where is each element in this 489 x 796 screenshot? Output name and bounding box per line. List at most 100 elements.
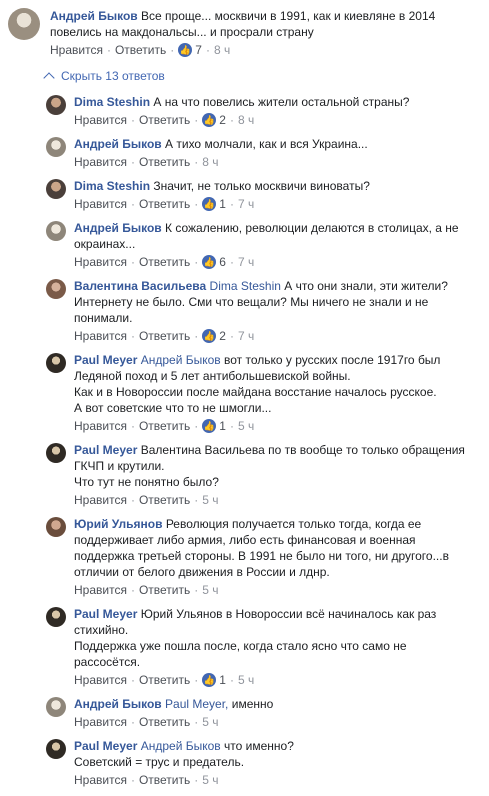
reply-button[interactable]: Ответить xyxy=(139,328,190,344)
reply-button[interactable]: Ответить xyxy=(139,154,190,170)
like-count[interactable]: 1 xyxy=(219,672,226,688)
hide-replies-label: Скрыть 13 ответов xyxy=(61,69,165,83)
reply-item: Юрий Ульянов Революция получается только… xyxy=(46,516,486,598)
reply-button[interactable]: Ответить xyxy=(139,196,190,212)
reply-button[interactable]: Ответить xyxy=(115,42,166,58)
like-button[interactable]: Нравится xyxy=(74,112,127,128)
reply-author[interactable]: Paul Meyer xyxy=(74,353,137,367)
reply-author[interactable]: Dima Steshin xyxy=(74,95,150,109)
like-button[interactable]: Нравится xyxy=(74,714,127,730)
thumbs-up-icon[interactable]: 👍 xyxy=(178,43,193,57)
separator-dot: · xyxy=(194,773,199,787)
reply-mention[interactable]: Dima Steshin xyxy=(210,279,281,293)
avatar[interactable] xyxy=(46,95,66,115)
avatar[interactable] xyxy=(46,279,66,299)
avatar[interactable] xyxy=(46,221,66,241)
reply-body: Dima Steshin А на что повелись жители ос… xyxy=(74,94,474,110)
avatar[interactable] xyxy=(46,179,66,199)
like-button[interactable]: Нравится xyxy=(74,418,127,434)
timestamp[interactable]: 8 ч xyxy=(202,154,218,170)
reply-item: Paul Meyer Андрей Быков вот только у рус… xyxy=(46,352,486,434)
like-button[interactable]: Нравится xyxy=(74,672,127,688)
like-button[interactable]: Нравится xyxy=(74,772,127,788)
avatar[interactable] xyxy=(46,443,66,463)
reply-button[interactable]: Ответить xyxy=(139,672,190,688)
reply-button[interactable]: Ответить xyxy=(139,254,190,270)
like-count[interactable]: 6 xyxy=(219,254,226,270)
like-button[interactable]: Нравится xyxy=(74,328,127,344)
like-count[interactable]: 2 xyxy=(219,112,226,128)
reply-mention[interactable]: Paul Meyer, xyxy=(165,697,228,711)
comment-author[interactable]: Андрей Быков xyxy=(50,9,138,23)
reply-author[interactable]: Андрей Быков xyxy=(74,221,162,235)
reply-actions: Нравится · Ответить · 8 ч xyxy=(74,154,486,170)
reply-button[interactable]: Ответить xyxy=(139,714,190,730)
like-count[interactable]: 2 xyxy=(219,328,226,344)
reply-text: Значит, не только москвичи виноваты? xyxy=(153,179,370,193)
avatar[interactable] xyxy=(46,137,66,157)
avatar[interactable] xyxy=(46,517,66,537)
reply-author[interactable]: Paul Meyer xyxy=(74,607,137,621)
reply-button[interactable]: Ответить xyxy=(139,418,190,434)
reply-item: Paul Meyer Валентина Васильева по тв воо… xyxy=(46,442,486,508)
avatar[interactable] xyxy=(46,607,66,627)
reply-body: Paul Meyer Андрей Быков что именно? Сове… xyxy=(74,738,474,770)
thumbs-up-icon[interactable]: 👍 xyxy=(202,419,217,433)
timestamp[interactable]: 5 ч xyxy=(202,582,218,598)
top-comment: Андрей Быков Все проще... москвичи в 199… xyxy=(8,8,483,58)
avatar[interactable] xyxy=(46,697,66,717)
avatar[interactable] xyxy=(8,8,40,40)
avatar[interactable] xyxy=(46,353,66,373)
reply-author[interactable]: Юрий Ульянов xyxy=(74,517,162,531)
reply-button[interactable]: Ответить xyxy=(139,112,190,128)
separator-dot: · xyxy=(130,493,135,507)
timestamp[interactable]: 5 ч xyxy=(202,714,218,730)
reply-button[interactable]: Ответить xyxy=(139,582,190,598)
hide-replies-button[interactable]: Скрыть 13 ответов xyxy=(43,69,165,84)
reply-mention[interactable]: Андрей Быков xyxy=(141,353,221,367)
thumbs-up-icon[interactable]: 👍 xyxy=(202,329,217,343)
reply-mention[interactable]: Андрей Быков xyxy=(141,739,221,753)
like-button[interactable]: Нравится xyxy=(74,196,127,212)
replies-list: Dima Steshin А на что повелись жители ос… xyxy=(46,94,486,796)
separator-dot: · xyxy=(194,715,199,729)
reply-author[interactable]: Paul Meyer xyxy=(74,739,137,753)
like-button[interactable]: Нравится xyxy=(74,154,127,170)
separator-dot: · xyxy=(194,155,199,169)
timestamp[interactable]: 8 ч xyxy=(214,42,230,58)
thumbs-up-icon[interactable]: 👍 xyxy=(202,197,217,211)
reply-body: Андрей Быков А тихо молчали, как и вся У… xyxy=(74,136,474,152)
separator-dot: · xyxy=(130,329,135,343)
like-button[interactable]: Нравится xyxy=(74,582,127,598)
like-button[interactable]: Нравится xyxy=(50,42,103,58)
timestamp[interactable]: 7 ч xyxy=(238,196,254,212)
thumbs-up-icon[interactable]: 👍 xyxy=(202,673,217,687)
timestamp[interactable]: 5 ч xyxy=(238,418,254,434)
thumbs-up-icon[interactable]: 👍 xyxy=(202,113,217,127)
timestamp[interactable]: 7 ч xyxy=(238,328,254,344)
timestamp[interactable]: 5 ч xyxy=(238,672,254,688)
like-count[interactable]: 1 xyxy=(219,418,226,434)
reply-author[interactable]: Paul Meyer xyxy=(74,443,137,457)
reply-author[interactable]: Андрей Быков xyxy=(74,137,162,151)
timestamp[interactable]: 8 ч xyxy=(238,112,254,128)
chevron-up-icon xyxy=(43,72,55,84)
like-button[interactable]: Нравится xyxy=(74,492,127,508)
reply-author[interactable]: Андрей Быков xyxy=(74,697,162,711)
reply-button[interactable]: Ответить xyxy=(139,772,190,788)
like-count[interactable]: 7 xyxy=(195,42,202,58)
avatar[interactable] xyxy=(46,739,66,759)
reply-actions: Нравится · Ответить · 5 ч xyxy=(74,582,486,598)
timestamp[interactable]: 7 ч xyxy=(238,254,254,270)
separator-dot: · xyxy=(130,197,135,211)
reply-text: А тихо молчали, как и вся Украина... xyxy=(165,137,368,151)
like-button[interactable]: Нравится xyxy=(74,254,127,270)
thumbs-up-icon[interactable]: 👍 xyxy=(202,255,217,269)
like-count[interactable]: 1 xyxy=(219,196,226,212)
reply-author[interactable]: Валентина Васильева xyxy=(74,279,206,293)
timestamp[interactable]: 5 ч xyxy=(202,772,218,788)
reply-button[interactable]: Ответить xyxy=(139,492,190,508)
separator-dot: · xyxy=(130,419,135,433)
timestamp[interactable]: 5 ч xyxy=(202,492,218,508)
reply-author[interactable]: Dima Steshin xyxy=(74,179,150,193)
